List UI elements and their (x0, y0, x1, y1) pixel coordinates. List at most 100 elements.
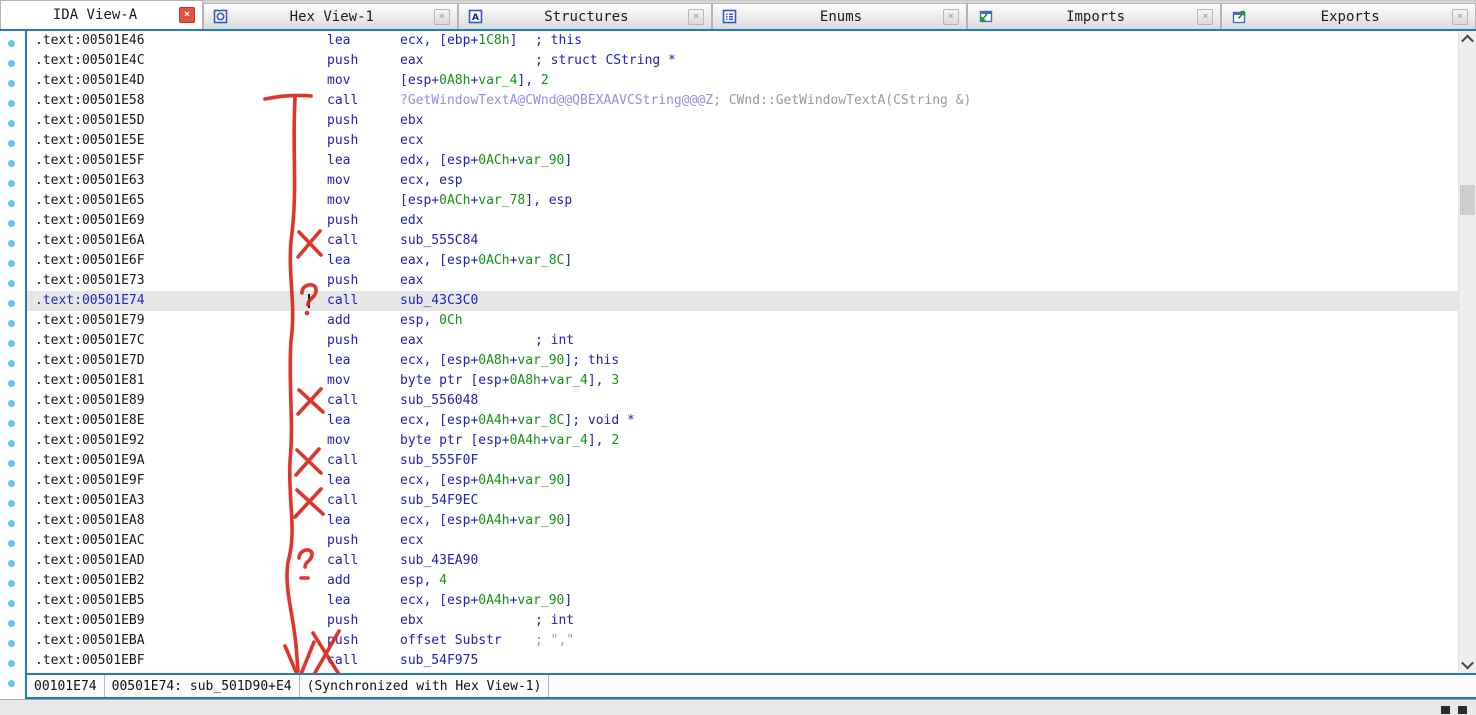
asm-line[interactable]: .text:00501E73pusheax (27, 271, 1459, 291)
asm-line[interactable]: .text:00501E6Acallsub_555C84 (27, 231, 1459, 251)
line-dot-icon (8, 400, 15, 407)
tab-imports[interactable]: Imports× (967, 3, 1222, 29)
segment-prefix: .text: (35, 313, 82, 328)
asm-line[interactable]: .text:00501EBApushoffset Substr; "," (27, 631, 1459, 651)
segment-prefix: .text: (35, 513, 82, 528)
operands: ebx (400, 113, 423, 128)
asm-line[interactable]: .text:00501E9Fleaecx, [esp+0A4h+var_90] (27, 471, 1459, 491)
address: .text:00501EAD (35, 551, 327, 571)
operands: sub_54F975 (400, 653, 478, 668)
asm-line[interactable]: .text:00501E7Cpusheax; int (27, 331, 1459, 351)
address: .text:00501E81 (35, 371, 327, 391)
line-dot-icon (8, 620, 15, 627)
address: .text:00501E8E (35, 411, 327, 431)
segment-prefix: .text: (35, 373, 82, 388)
line-dot-icon (8, 520, 15, 527)
operands: edx, [esp+0ACh+var_90] (400, 153, 572, 168)
asm-line[interactable]: .text:00501E9Acallsub_555F0F (27, 451, 1459, 471)
address-value: 00501E89 (82, 393, 145, 408)
asm-line[interactable]: .text:00501E63movecx, esp (27, 171, 1459, 191)
mnemonic: push (327, 611, 400, 631)
segment-prefix: .text: (35, 153, 82, 168)
line-dot-icon (8, 220, 15, 227)
tab-close-button[interactable]: × (1452, 9, 1468, 25)
asm-line[interactable]: .text:00501E74callsub_43C3C0 (27, 291, 1459, 311)
address-value: 00501E69 (82, 213, 145, 228)
status-file-offset: 00101E74 (27, 675, 105, 697)
asm-line[interactable]: .text:00501EB2addesp, 4 (27, 571, 1459, 591)
asm-line[interactable]: .text:00501E65mov[esp+0ACh+var_78], esp (27, 191, 1459, 211)
asm-line[interactable]: .text:00501E5Dpushebx (27, 111, 1459, 131)
vertical-scrollbar[interactable] (1458, 31, 1476, 673)
asm-line[interactable]: .text:00501E6Fleaeax, [esp+0ACh+var_8C] (27, 251, 1459, 271)
asm-line[interactable]: .text:00501E58call?GetWindowTextA@CWnd@@… (27, 91, 1459, 111)
line-dot-icon (8, 240, 15, 247)
operands: ecx, [ebp+1C8h] (400, 31, 535, 51)
asm-line[interactable]: .text:00501E46leaecx, [ebp+1C8h]; this (27, 31, 1459, 51)
segment-prefix: .text: (35, 473, 82, 488)
line-dot-icon (8, 560, 15, 567)
operands: sub_555C84 (400, 233, 478, 248)
asm-line[interactable]: .text:00501E5Fleaedx, [esp+0ACh+var_90] (27, 151, 1459, 171)
text-cursor (308, 294, 310, 308)
operands: ebx (400, 611, 535, 631)
line-dot-icon (8, 120, 15, 127)
asm-line[interactable]: .text:00501E5Epushecx (27, 131, 1459, 151)
segment-prefix: .text: (35, 533, 82, 548)
enums-icon (722, 9, 739, 24)
scroll-up-button[interactable] (1459, 31, 1476, 48)
tab-ida-view-a[interactable]: IDA View-A× (0, 0, 203, 29)
asm-line[interactable]: .text:00501E92movbyte ptr [esp+0A4h+var_… (27, 431, 1459, 451)
asm-line[interactable]: .text:00501EA8leaecx, [esp+0A4h+var_90] (27, 511, 1459, 531)
tab-close-button[interactable]: × (1197, 9, 1213, 25)
asm-line[interactable]: .text:00501E89callsub_556048 (27, 391, 1459, 411)
asm-line[interactable]: .text:00501E81movbyte ptr [esp+0A8h+var_… (27, 371, 1459, 391)
asm-line[interactable]: .text:00501EB5leaecx, [esp+0A4h+var_90] (27, 591, 1459, 611)
tab-hex-view-1[interactable]: Hex View-1× (203, 3, 458, 29)
tab-structures[interactable]: AStructures× (458, 3, 713, 29)
comment: ; this (535, 33, 582, 48)
asm-line[interactable]: .text:00501E7Dleaecx, [esp+0A8h+var_90];… (27, 351, 1459, 371)
line-dot-icon (8, 60, 15, 67)
comment: ; struct CString * (535, 53, 676, 68)
scrollbar-thumb[interactable] (1460, 185, 1475, 215)
asm-line[interactable]: .text:00501E79addesp, 0Ch (27, 311, 1459, 331)
address-value: 00501E63 (82, 173, 145, 188)
tab-close-button[interactable]: × (434, 9, 450, 25)
segment-prefix: .text: (35, 33, 82, 48)
tab-close-button[interactable]: × (688, 9, 704, 25)
segment-prefix: .text: (35, 173, 82, 188)
status-address-label: 00501E74: sub_501D90+E4 (105, 675, 300, 697)
operands: ecx, [esp+0A4h+var_8C] (400, 411, 572, 431)
segment-prefix: .text: (35, 193, 82, 208)
segment-prefix: .text: (35, 253, 82, 268)
asm-line[interactable]: .text:00501EADcallsub_43EA90 (27, 551, 1459, 571)
tab-enums[interactable]: Enums× (712, 3, 967, 29)
asm-line[interactable]: .text:00501EACpushecx (27, 531, 1459, 551)
asm-line[interactable]: .text:00501EBFcallsub_54F975 (27, 651, 1459, 671)
mnemonic: call (327, 291, 400, 311)
address: .text:00501E6A (35, 231, 327, 251)
line-dot-icon (8, 640, 15, 647)
operands: ecx, [esp+0A4h+var_90] (400, 513, 572, 528)
asm-line[interactable]: .text:00501E4Dmov[esp+0A8h+var_4], 2 (27, 71, 1459, 91)
mnemonic: push (327, 111, 400, 131)
tab-label: Hex View-1 (230, 9, 434, 25)
address-value: 00501E6A (82, 233, 145, 248)
asm-line[interactable]: .text:00501EA3callsub_54F9EC (27, 491, 1459, 511)
address-value: 00501E79 (82, 313, 145, 328)
disassembly-view[interactable]: .text:00501E46leaecx, [ebp+1C8h]; this.t… (27, 31, 1476, 673)
scroll-down-button[interactable] (1459, 656, 1476, 673)
segment-prefix: .text: (35, 273, 82, 288)
tab-close-button[interactable]: × (943, 9, 959, 25)
asm-line[interactable]: .text:00501E8Eleaecx, [esp+0A4h+var_8C];… (27, 411, 1459, 431)
asm-line[interactable]: .text:00501E4Cpusheax; struct CString * (27, 51, 1459, 71)
mnemonic: call (327, 451, 400, 471)
address: .text:00501E58 (35, 91, 327, 111)
segment-prefix: .text: (35, 593, 82, 608)
tab-exports[interactable]: Exports× (1221, 3, 1476, 29)
tab-close-button[interactable]: × (179, 7, 195, 23)
asm-line[interactable]: .text:00501EB9pushebx; int (27, 611, 1459, 631)
mnemonic: push (327, 531, 400, 551)
asm-line[interactable]: .text:00501E69pushedx (27, 211, 1459, 231)
